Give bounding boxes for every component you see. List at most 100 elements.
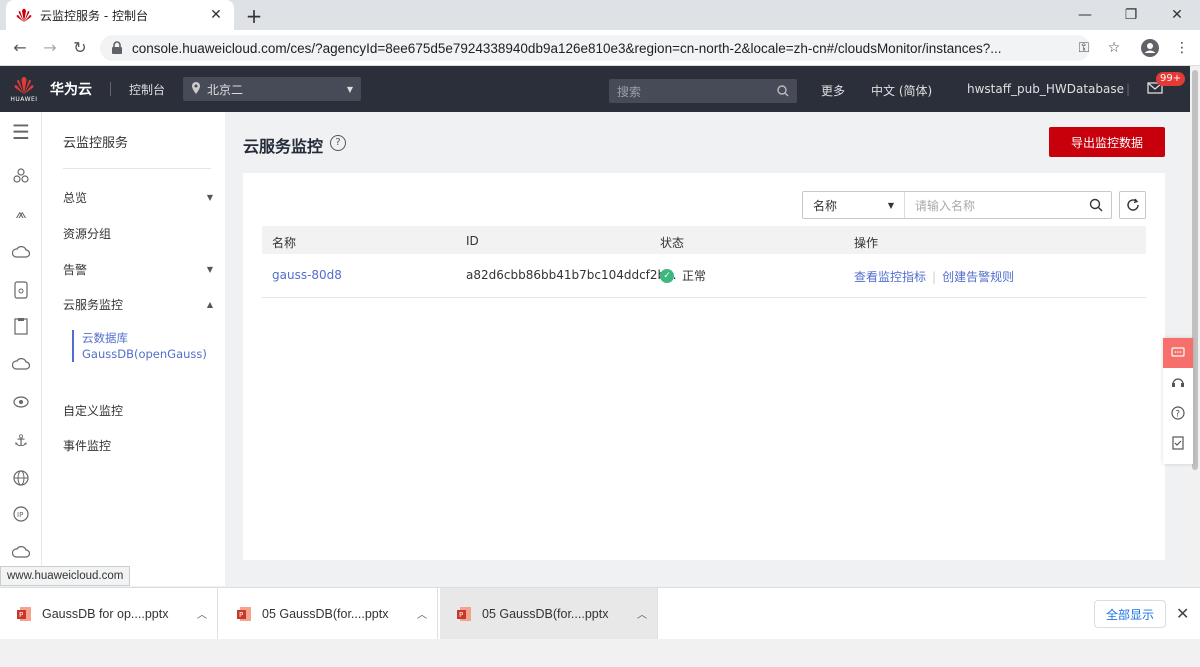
page-scrollbar[interactable]	[1190, 66, 1200, 586]
region-selector[interactable]: 北京二 ▼	[183, 77, 362, 101]
sidenav-item-event-monitoring[interactable]: 事件监控	[63, 437, 213, 454]
chevron-up-icon[interactable]: ︿	[627, 606, 657, 621]
language-menu[interactable]: 中文 (简体)	[871, 82, 932, 99]
export-monitoring-data-button[interactable]: 导出监控数据	[1049, 127, 1165, 157]
create-alarm-rule-link[interactable]: 创建告警规则	[942, 270, 1014, 284]
huawei-logo[interactable]: HUAWEI	[4, 76, 44, 103]
sidenav-item-overview[interactable]: 总览 ▼	[63, 189, 213, 206]
status-text: 正常	[682, 269, 707, 283]
username-menu[interactable]: hwstaff_pub_HWDatabase	[967, 82, 1124, 96]
filter-search-input[interactable]: 请输入名称	[905, 197, 1081, 214]
sidenav-item-label: 自定义监控	[63, 404, 124, 418]
actions-cell: 查看监控指标 | 创建告警规则	[854, 268, 1014, 285]
search-icon[interactable]	[1081, 198, 1111, 212]
header-divider-2: |	[1126, 82, 1131, 96]
instance-list-card: 名称 ▼ 请输入名称 名称 ID 状态 操作 gauss-80d8 a82d6c…	[243, 173, 1165, 560]
ip-icon[interactable]: IP	[11, 504, 31, 524]
browser-menu-icon[interactable]: ⋮	[1172, 38, 1192, 58]
storage-icon[interactable]	[11, 280, 31, 300]
region-name: 北京二	[207, 82, 244, 97]
brand-name[interactable]: 华为云	[50, 79, 92, 99]
column-header-status: 状态	[660, 236, 685, 250]
document-icon[interactable]	[11, 316, 31, 336]
instance-name-link[interactable]: gauss-80d8	[272, 268, 342, 282]
anchor-icon[interactable]: ⚓	[11, 430, 31, 450]
sidenav-item-label: 告警	[63, 263, 88, 277]
search-filter: 名称 ▼ 请输入名称	[802, 191, 1112, 219]
location-pin-icon	[191, 81, 201, 97]
download-item[interactable]: P GaussDB for op....pptx ︿	[0, 588, 218, 639]
globe-icon[interactable]	[11, 468, 31, 488]
profile-avatar-icon[interactable]	[1140, 38, 1160, 58]
console-link[interactable]: 控制台	[129, 81, 165, 98]
headset-icon[interactable]	[1163, 368, 1193, 398]
window-bottom	[0, 639, 1200, 667]
cloud-server-icon[interactable]	[11, 242, 31, 262]
huawei-logo-icon	[14, 76, 34, 94]
minimize-icon[interactable]: —	[1062, 0, 1108, 30]
chat-icon[interactable]	[1163, 338, 1193, 368]
database-icon[interactable]	[11, 392, 31, 412]
download-filename: 05 GaussDB(for....pptx	[482, 606, 609, 621]
cloud-icon[interactable]	[11, 354, 31, 374]
network-icon[interactable]: ⩕	[11, 204, 31, 224]
chevron-up-icon[interactable]: ︿	[187, 606, 217, 621]
download-item[interactable]: P 05 GaussDB(for....pptx ︿	[220, 588, 438, 639]
reload-icon[interactable]: ↻	[70, 38, 90, 58]
table-row: gauss-80d8 a82d6cbb86bb41b7bc104ddcf2b..…	[262, 254, 1146, 298]
help-icon[interactable]: ?	[330, 135, 346, 151]
header-search-placeholder: 搜索	[617, 84, 642, 99]
table-header: 名称 ID 状态 操作	[262, 226, 1146, 254]
download-filename: GaussDB for op....pptx	[42, 606, 169, 621]
restore-icon[interactable]: ❐	[1108, 0, 1154, 30]
show-all-downloads-button[interactable]: 全部显示	[1094, 600, 1166, 628]
pptx-file-icon: P	[17, 606, 31, 621]
sidenav-item-alarms[interactable]: 告警 ▼	[63, 261, 213, 278]
svg-text:P: P	[19, 611, 23, 619]
instance-id: a82d6cbb86bb41b7bc104ddcf2b...	[466, 268, 677, 282]
more-menu[interactable]: 更多	[821, 82, 845, 99]
cloud-storage-icon[interactable]	[11, 542, 31, 562]
chevron-up-icon[interactable]: ︿	[407, 606, 437, 621]
forward-icon[interactable]: →	[40, 38, 60, 58]
search-icon[interactable]	[777, 85, 789, 97]
cluster-icon[interactable]	[11, 166, 31, 186]
sidenav-item-label: 资源分组	[63, 227, 112, 241]
sidenav-item-resource-groups[interactable]: 资源分组	[63, 225, 213, 242]
link-hover-status: www.huaweicloud.com	[0, 566, 131, 586]
refresh-button[interactable]	[1119, 191, 1146, 219]
filter-field-select[interactable]: 名称 ▼	[803, 192, 905, 218]
chevron-down-icon: ▼	[206, 193, 213, 202]
download-item[interactable]: P 05 GaussDB(for....pptx ︿	[440, 588, 658, 639]
page-title: 云服务监控	[243, 137, 324, 156]
window-close-icon[interactable]: ✕	[1154, 0, 1200, 30]
sidenav-subitem-gaussdb[interactable]: 云数据库 GaussDB(openGauss)	[72, 330, 212, 362]
key-icon[interactable]: ⚿	[1074, 38, 1094, 58]
sidenav-item-cloud-service-monitoring[interactable]: 云服务监控 ▲	[63, 296, 213, 313]
feedback-icon[interactable]	[1163, 428, 1193, 458]
column-header-actions: 操作	[854, 236, 879, 250]
address-bar[interactable]: console.huaweicloud.com/ces/?agencyId=8e…	[100, 35, 1090, 61]
sidenav-divider	[63, 168, 211, 169]
lock-icon	[112, 41, 122, 54]
close-download-bar-icon[interactable]: ✕	[1176, 604, 1189, 623]
sidenav-item-label: 事件监控	[63, 439, 112, 453]
sidenav-item-custom-monitoring[interactable]: 自定义监控	[63, 402, 213, 419]
header-search-input[interactable]: 搜索	[609, 79, 797, 103]
close-tab-icon[interactable]: ✕	[208, 7, 224, 23]
hamburger-menu-icon[interactable]: ☰	[11, 120, 31, 144]
new-tab-button[interactable]: +	[244, 4, 264, 28]
star-icon[interactable]: ☆	[1104, 38, 1124, 58]
url-text: console.huaweicloud.com/ces/?agencyId=8e…	[132, 40, 1002, 56]
pptx-file-icon: P	[237, 606, 251, 621]
chevron-down-icon: ▼	[887, 200, 894, 210]
back-icon[interactable]: ←	[10, 38, 30, 58]
question-icon[interactable]: ?	[1163, 398, 1193, 428]
console-header: HUAWEI 华为云 控制台 北京二 ▼ 搜索 更多 中文 (简体) hwsta…	[0, 66, 1190, 112]
sidenav-item-label: 云服务监控	[63, 298, 124, 312]
browser-tab[interactable]: 云监控服务 - 控制台 ✕	[6, 0, 234, 30]
view-metrics-link[interactable]: 查看监控指标	[854, 270, 926, 284]
logo-text: HUAWEI	[10, 95, 38, 103]
floating-toolbar: ?	[1163, 338, 1193, 464]
column-header-name: 名称	[272, 236, 297, 250]
